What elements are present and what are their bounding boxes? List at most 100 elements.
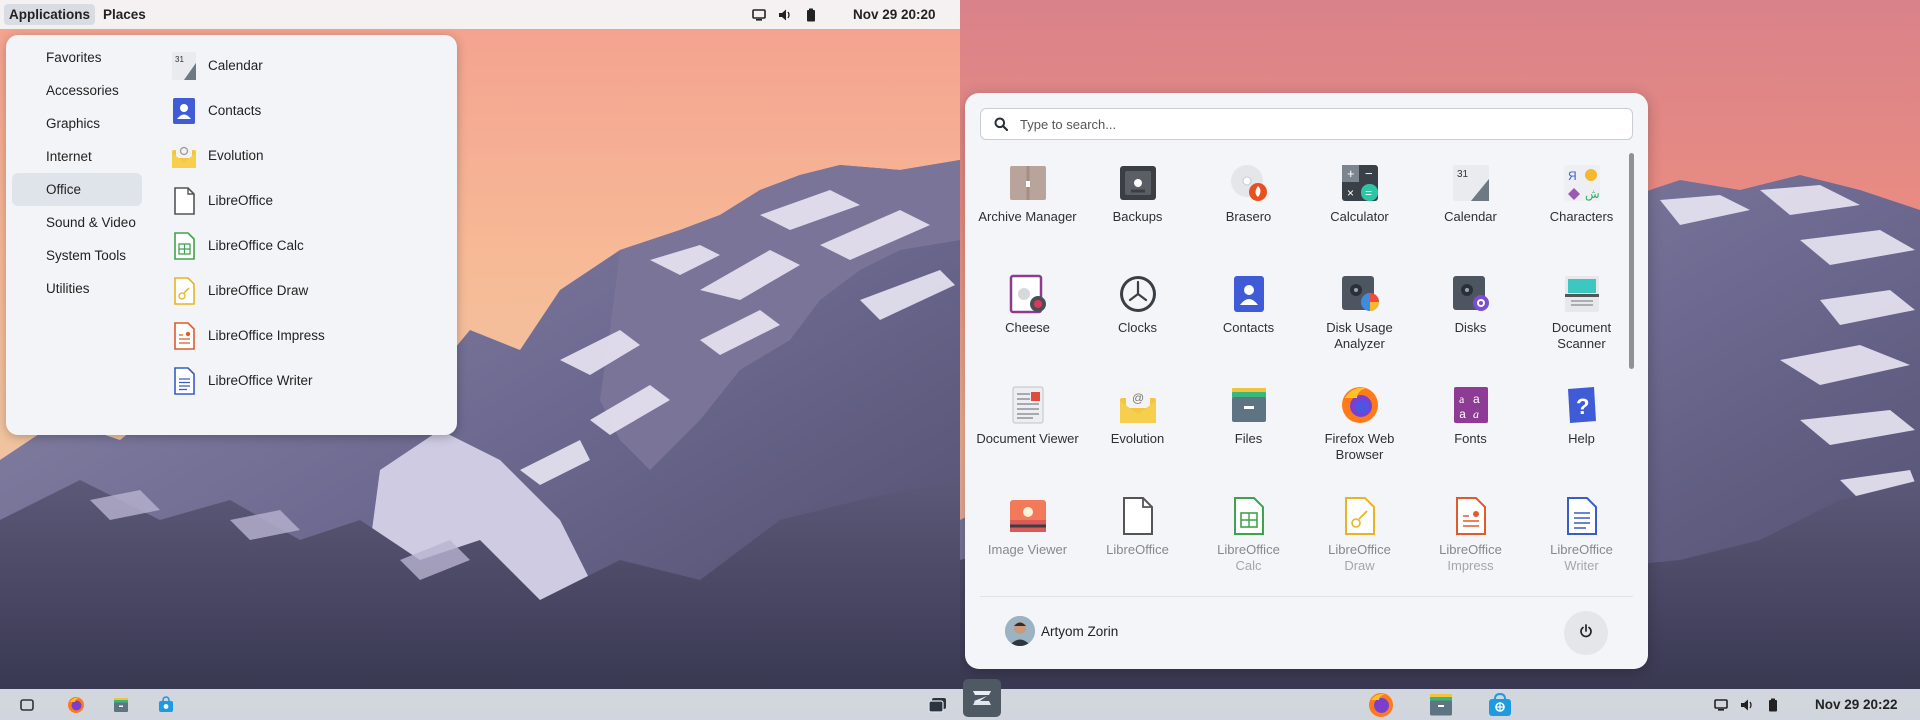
menu-app-label: LibreOffice Calc [208, 238, 304, 253]
menu-app-libreoffice-writer[interactable]: LibreOffice Writer [170, 358, 440, 403]
svg-text:@: @ [1132, 391, 1144, 405]
disk-usage-analyzer-icon [1340, 274, 1380, 314]
document-scanner-icon [1562, 274, 1602, 314]
app-tile-document-viewer[interactable]: Document Viewer [975, 375, 1080, 475]
app-tile-label: Evolution [1110, 431, 1165, 446]
category-internet[interactable]: Internet [12, 140, 142, 173]
app-tile-fonts[interactable]: aaaa Fonts [1418, 375, 1523, 475]
search-input[interactable] [1020, 116, 1580, 132]
libreoffice-impress-icon [170, 321, 198, 351]
characters-icon: Яش [1562, 163, 1602, 203]
libreoffice-writer-icon [170, 366, 198, 396]
calendar-icon: 31 [1451, 163, 1491, 203]
app-tile-cheese[interactable]: Cheese [975, 264, 1080, 364]
system-tray[interactable] [1714, 698, 1780, 712]
app-tile-label: Disk Usage Analyzer [1326, 320, 1393, 351]
svg-text:a: a [1473, 407, 1479, 421]
app-tile-disks[interactable]: Disks [1418, 264, 1523, 364]
applications-menu-button[interactable]: Applications [4, 4, 96, 25]
archive-manager-icon [1008, 163, 1048, 203]
battery-icon[interactable] [1766, 698, 1780, 712]
app-tile-help[interactable]: ? Help [1529, 375, 1627, 475]
menu-app-calendar[interactable]: 31 Calendar [170, 43, 440, 88]
app-tile-image-viewer[interactable]: Image Viewer [975, 486, 1080, 573]
display-icon[interactable] [752, 8, 766, 22]
search-box[interactable] [980, 108, 1633, 140]
clock[interactable]: Nov 29 20:20 [853, 7, 936, 22]
files-icon[interactable] [112, 696, 130, 714]
menu-app-libreoffice-draw[interactable]: LibreOffice Draw [170, 268, 440, 313]
software-store-icon[interactable] [1487, 692, 1513, 718]
app-tile-label: Document Viewer [976, 431, 1079, 446]
app-tile-libreoffice-impress[interactable]: LibreOffice Impress [1418, 486, 1523, 573]
libreoffice-icon [170, 186, 198, 216]
app-tile-libreoffice[interactable]: LibreOffice [1085, 486, 1190, 573]
volume-icon[interactable] [778, 8, 792, 22]
clock[interactable]: Nov 29 20:22 [1815, 697, 1898, 712]
firefox-icon[interactable] [67, 696, 85, 714]
svg-text:+: + [1347, 166, 1355, 181]
app-tile-contacts[interactable]: Contacts [1196, 264, 1301, 364]
workspace-switcher-icon[interactable] [928, 696, 946, 714]
app-tile-firefox[interactable]: Firefox Web Browser [1307, 375, 1412, 475]
user-account[interactable]: Artyom Zorin [1005, 616, 1118, 646]
app-tile-brasero[interactable]: Brasero [1196, 153, 1301, 253]
app-tile-libreoffice-draw[interactable]: LibreOffice Draw [1307, 486, 1412, 573]
app-tile-calendar[interactable]: 31 Calendar [1418, 153, 1523, 253]
menu-app-libreoffice[interactable]: LibreOffice [170, 178, 440, 223]
category-graphics[interactable]: Graphics [12, 107, 142, 140]
libreoffice-icon [1118, 496, 1158, 536]
power-button[interactable] [1564, 611, 1608, 655]
disks-icon [1451, 274, 1491, 314]
category-list: Favorites Accessories Graphics Internet … [12, 41, 142, 305]
app-grid-scrollbar[interactable] [1629, 153, 1634, 369]
app-tile-libreoffice-writer[interactable]: LibreOffice Writer [1529, 486, 1627, 573]
show-desktop-icon[interactable] [18, 696, 36, 714]
calculator-icon: + − × = [1340, 163, 1380, 203]
power-icon [1579, 623, 1593, 643]
app-tile-characters[interactable]: Яش Characters [1529, 153, 1627, 253]
app-tile-label: Backups [1112, 209, 1163, 224]
display-icon[interactable] [1714, 698, 1728, 712]
app-tile-document-scanner[interactable]: Document Scanner [1529, 264, 1627, 364]
app-tile-libreoffice-calc[interactable]: LibreOffice Calc [1196, 486, 1301, 573]
app-tile-label: Cheese [1005, 320, 1050, 335]
files-icon[interactable] [1428, 692, 1454, 718]
app-tile-disk-usage-analyzer[interactable]: Disk Usage Analyzer [1307, 264, 1412, 364]
app-tile-label: Files [1234, 431, 1263, 446]
svg-text:a: a [1473, 392, 1480, 406]
libreoffice-calc-icon [170, 231, 198, 261]
category-system-tools[interactable]: System Tools [12, 239, 142, 272]
menu-app-libreoffice-impress[interactable]: LibreOffice Impress [170, 313, 440, 358]
app-tile-files[interactable]: Files [1196, 375, 1301, 475]
category-sound-video[interactable]: Sound & Video [12, 206, 142, 239]
category-accessories[interactable]: Accessories [12, 74, 142, 107]
volume-icon[interactable] [1740, 698, 1754, 712]
zorin-menu-button[interactable] [963, 679, 1001, 717]
app-tile-label: Help [1568, 431, 1595, 446]
menu-app-libreoffice-calc[interactable]: LibreOffice Calc [170, 223, 440, 268]
app-tile-backups[interactable]: Backups [1085, 153, 1190, 253]
app-tile-label: Brasero [1225, 209, 1272, 224]
app-tile-label: Archive Manager [978, 209, 1077, 224]
taskbar [0, 689, 960, 720]
app-tile-clocks[interactable]: Clocks [1085, 264, 1190, 364]
category-favorites[interactable]: Favorites [12, 41, 142, 74]
app-tile-label: Fonts [1454, 431, 1487, 446]
category-utilities[interactable]: Utilities [12, 272, 142, 305]
menu-app-contacts[interactable]: Contacts [170, 88, 440, 133]
app-tile-evolution[interactable]: @ Evolution [1085, 375, 1190, 475]
app-tile-archive-manager[interactable]: Archive Manager [975, 153, 1080, 253]
svg-text:?: ? [1576, 394, 1589, 419]
app-tile-label: Document Scanner [1551, 320, 1612, 351]
battery-icon[interactable] [804, 8, 818, 22]
software-store-icon[interactable] [157, 696, 175, 714]
category-office[interactable]: Office [12, 173, 142, 206]
firefox-icon[interactable] [1368, 692, 1394, 718]
menu-app-evolution[interactable]: Evolution [170, 133, 440, 178]
left-desktop: Applications Places Nov 29 20:20 Favorit… [0, 0, 960, 720]
places-menu-button[interactable]: Places [103, 7, 146, 22]
svg-text:31: 31 [175, 55, 184, 64]
system-tray[interactable] [752, 8, 818, 22]
app-tile-calculator[interactable]: + − × = Calculator [1307, 153, 1412, 253]
